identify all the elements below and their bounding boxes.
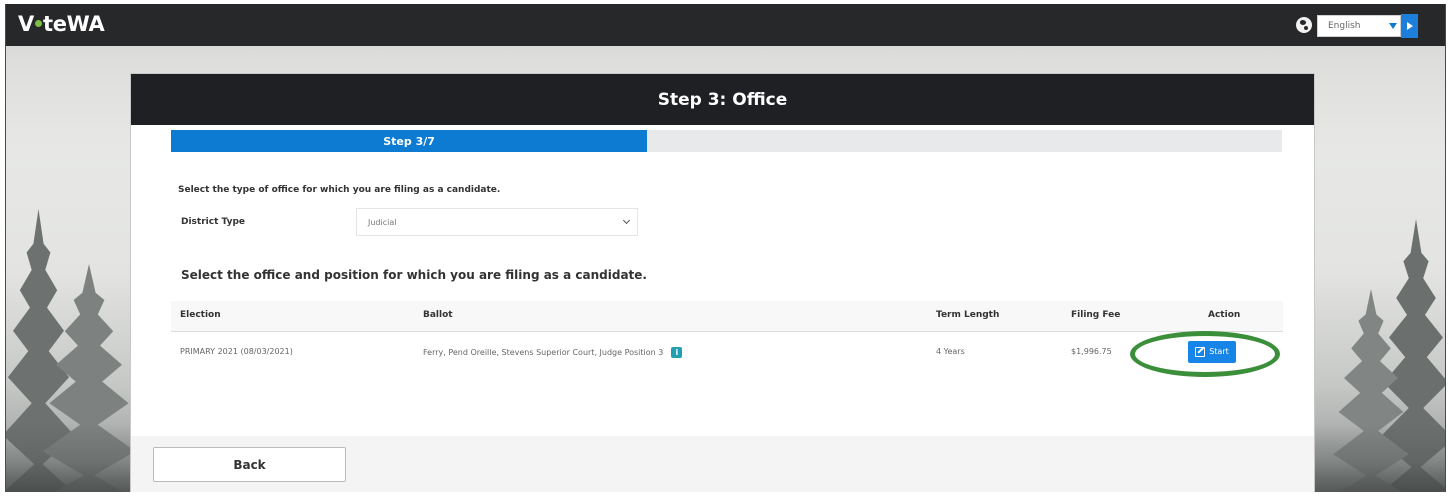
election-column-header: Election	[180, 310, 221, 320]
brand-prefix: V	[18, 12, 34, 36]
brand-suffix: teWA	[42, 12, 105, 36]
chevron-down-icon	[622, 216, 631, 225]
chevron-down-icon	[1389, 23, 1397, 29]
term-length-cell: 4 Years	[936, 347, 965, 356]
ballot-cell: Ferry, Pend Oreille, Stevens Superior Co…	[423, 345, 683, 359]
info-icon[interactable]: i	[671, 346, 683, 358]
page-title: Step 3: Office	[657, 89, 788, 110]
term-length-column-header: Term Length	[936, 310, 1000, 320]
office-selection-panel: Step 3: Office Step 3/7 Select the type …	[131, 74, 1314, 492]
globe-icon	[1296, 17, 1312, 33]
start-button-label: Start	[1209, 347, 1229, 356]
action-column-header: Action	[1208, 310, 1241, 320]
language-selected-value: English	[1328, 21, 1361, 31]
ballot-text: Ferry, Pend Oreille, Stevens Superior Co…	[423, 347, 664, 357]
start-button[interactable]: Start	[1188, 341, 1236, 363]
office-type-heading: Select the type of office for which you …	[178, 185, 501, 195]
back-button[interactable]: Back	[153, 447, 346, 482]
table-header: Election Ballot Term Length Filing Fee A…	[171, 301, 1283, 331]
language-select[interactable]: English	[1317, 15, 1401, 37]
election-cell: PRIMARY 2021 (08/03/2021)	[180, 347, 293, 356]
district-type-label: District Type	[181, 217, 245, 227]
top-navigation-bar: VteWA English	[6, 4, 1445, 46]
app-window: VteWA English Step 3: Office Step 3/7 Se…	[5, 4, 1446, 492]
edit-icon	[1195, 347, 1206, 357]
office-position-table: Election Ballot Term Length Filing Fee A…	[171, 301, 1283, 373]
vote-wa-logo[interactable]: VteWA	[18, 12, 105, 36]
district-type-select[interactable]: Judicial	[356, 208, 638, 236]
filing-fee-cell: $1,996.75	[1071, 347, 1112, 356]
step-progress: Step 3/7	[171, 130, 1282, 152]
table-row: PRIMARY 2021 (08/03/2021) Ferry, Pend Or…	[171, 332, 1283, 373]
language-apply-button[interactable]	[1401, 14, 1418, 38]
position-heading: Select the office and position for which…	[181, 267, 647, 282]
brand-dot-icon	[34, 19, 42, 27]
step-header: Step 3: Office	[131, 74, 1314, 125]
ballot-column-header: Ballot	[423, 310, 453, 320]
step-progress-fill: Step 3/7	[171, 130, 648, 152]
step-progress-label: Step 3/7	[383, 134, 435, 148]
district-type-value: Judicial	[368, 218, 397, 227]
filing-fee-column-header: Filing Fee	[1071, 310, 1121, 320]
